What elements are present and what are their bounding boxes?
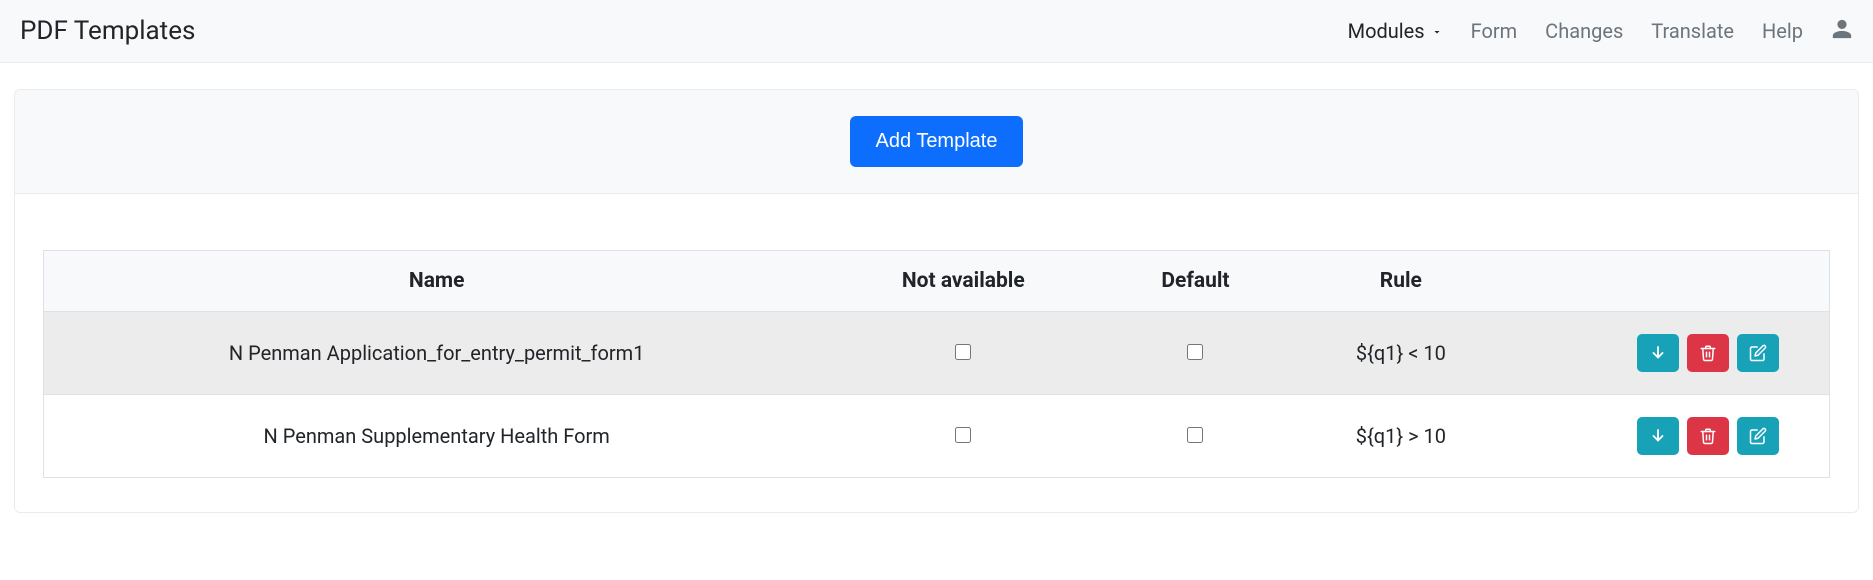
nav-help[interactable]: Help	[1762, 19, 1803, 43]
edit-button[interactable]	[1737, 417, 1779, 455]
trash-icon	[1699, 344, 1717, 362]
col-header-default: Default	[1097, 251, 1293, 312]
delete-button[interactable]	[1687, 417, 1729, 455]
col-header-not-available: Not available	[829, 251, 1097, 312]
delete-button[interactable]	[1687, 334, 1729, 372]
edit-button[interactable]	[1737, 334, 1779, 372]
nav-changes[interactable]: Changes	[1545, 19, 1623, 43]
default-checkbox[interactable]	[1187, 427, 1203, 443]
page-title: PDF Templates	[20, 16, 195, 46]
card-header: Add Template	[15, 90, 1858, 194]
edit-icon	[1749, 427, 1767, 445]
col-header-name: Name	[44, 251, 830, 312]
download-button[interactable]	[1637, 334, 1679, 372]
add-template-button[interactable]: Add Template	[850, 116, 1024, 167]
not-available-checkbox[interactable]	[955, 344, 971, 360]
templates-card: Add Template Name Not available Default …	[14, 89, 1859, 513]
nav-modules[interactable]: Modules	[1348, 19, 1443, 43]
cell-rule: ${q1} > 10	[1294, 395, 1508, 478]
cell-default	[1097, 395, 1293, 478]
trash-icon	[1699, 427, 1717, 445]
cell-name: N Penman Application_for_entry_permit_fo…	[44, 312, 830, 395]
table-row: N Penman Supplementary Health Form ${q1}…	[44, 395, 1830, 478]
card-body: Name Not available Default Rule N Penman…	[15, 194, 1858, 512]
download-button[interactable]	[1637, 417, 1679, 455]
user-icon[interactable]	[1831, 18, 1853, 45]
cell-rule: ${q1} < 10	[1294, 312, 1508, 395]
cell-not-available	[829, 395, 1097, 478]
table-header-row: Name Not available Default Rule	[44, 251, 1830, 312]
nav-modules-label: Modules	[1348, 19, 1425, 43]
col-header-rule: Rule	[1294, 251, 1508, 312]
content: Add Template Name Not available Default …	[0, 63, 1873, 513]
cell-not-available	[829, 312, 1097, 395]
not-available-checkbox[interactable]	[955, 427, 971, 443]
download-icon	[1649, 344, 1667, 362]
cell-actions	[1508, 312, 1830, 395]
download-icon	[1649, 427, 1667, 445]
edit-icon	[1749, 344, 1767, 362]
topbar-nav: Modules Form Changes Translate Help	[1348, 18, 1853, 45]
cell-actions	[1508, 395, 1830, 478]
default-checkbox[interactable]	[1187, 344, 1203, 360]
row-actions	[1520, 334, 1817, 372]
col-header-actions	[1508, 251, 1830, 312]
cell-name: N Penman Supplementary Health Form	[44, 395, 830, 478]
cell-default	[1097, 312, 1293, 395]
caret-down-icon	[1431, 19, 1443, 43]
nav-form[interactable]: Form	[1471, 19, 1518, 43]
topbar: PDF Templates Modules Form Changes Trans…	[0, 0, 1873, 63]
templates-table: Name Not available Default Rule N Penman…	[43, 250, 1830, 478]
nav-translate[interactable]: Translate	[1651, 19, 1734, 43]
row-actions	[1520, 417, 1817, 455]
table-row: N Penman Application_for_entry_permit_fo…	[44, 312, 1830, 395]
